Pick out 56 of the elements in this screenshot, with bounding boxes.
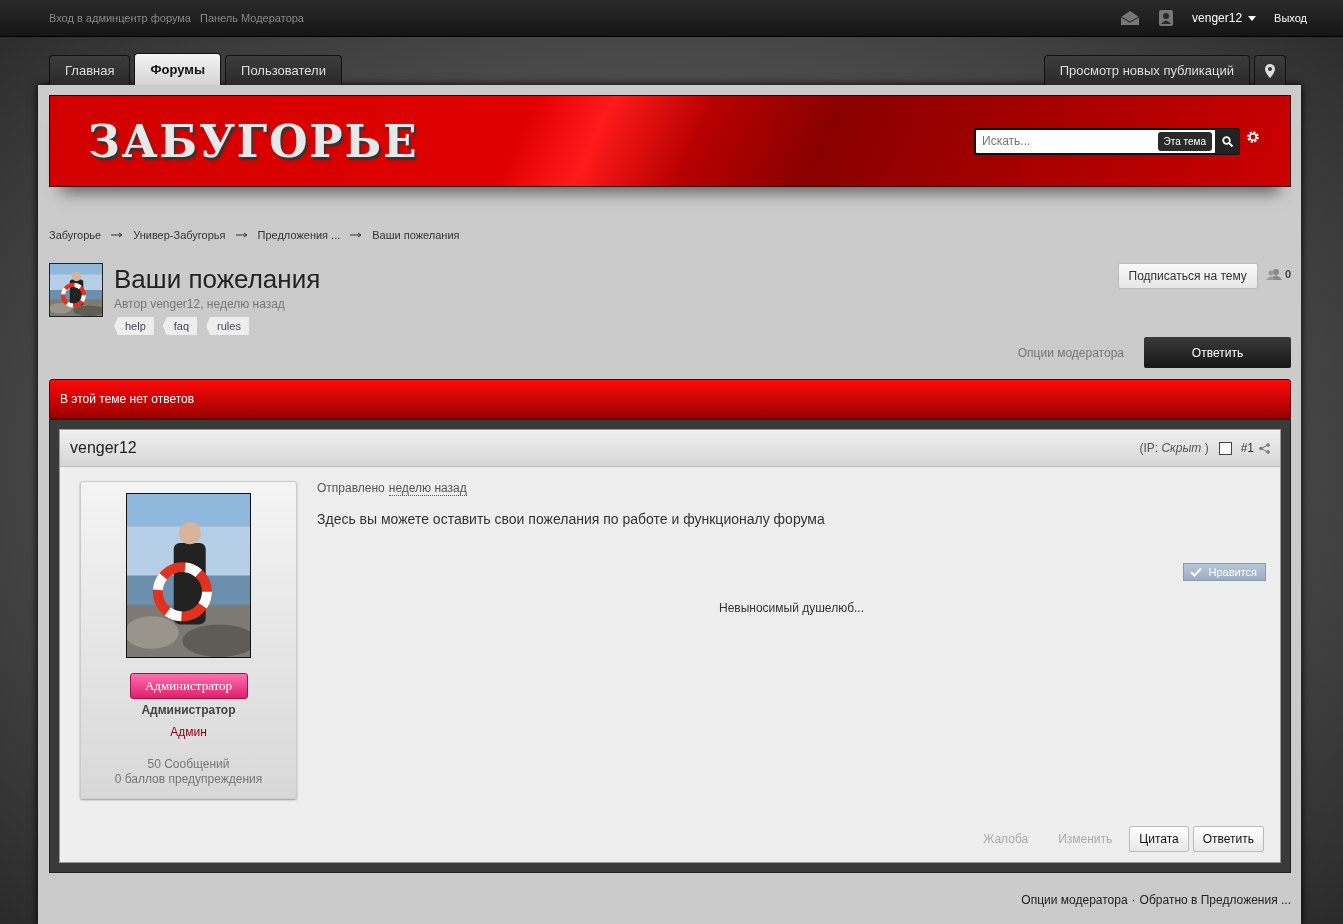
breadcrumb-link[interactable]: Универ-Забугорья [133, 229, 226, 241]
breadcrumb-link[interactable]: Ваши пожелания [372, 229, 460, 241]
group-badge: Администратор [129, 673, 248, 699]
post-text: Здесь вы можете оставить свои пожелания по работе и функционалу форума [317, 511, 826, 527]
posted-label: Отправлено [317, 481, 385, 496]
top-link[interactable]: Вход в админцентр форума [49, 12, 191, 24]
contact-card-icon[interactable] [1158, 9, 1175, 27]
warning-points: 0 баллов предупреждения [114, 772, 263, 787]
check-icon [1190, 567, 1203, 577]
follow-button[interactable]: Подписаться на тему [1117, 263, 1258, 289]
member-title: Админ [170, 725, 207, 739]
post-action-button[interactable]: Цитата [1129, 826, 1189, 852]
new-posts-button[interactable]: Просмотр новых публикаций [1043, 55, 1250, 85]
post-author[interactable]: venger12 [70, 439, 1140, 457]
tag[interactable]: help [114, 317, 154, 335]
search-field[interactable]: Искать... Эта тема [974, 127, 1240, 155]
topic-byline: Автор venger12, неделю назад [114, 297, 286, 311]
arrow-icon [111, 232, 124, 238]
nav-tab[interactable]: Пользователи [225, 55, 342, 85]
tag[interactable]: rules [206, 317, 249, 335]
settings-icon[interactable] [1246, 130, 1260, 144]
breadcrumb-link[interactable]: Предложения ... [257, 229, 341, 241]
breadcrumb-link[interactable]: Забугорье [49, 229, 102, 241]
search-button[interactable] [1215, 128, 1240, 154]
footer-link[interactable]: Обратно в Предложения ... [1139, 893, 1291, 907]
nav-tab[interactable]: Форумы [134, 53, 222, 85]
search-icon [1222, 135, 1233, 147]
signature: Невыносимый душелюб... [717, 601, 865, 615]
arrow-icon [235, 232, 248, 238]
reply-button[interactable]: Ответить [1144, 337, 1291, 368]
envelope-icon[interactable] [1120, 10, 1141, 26]
map-pin-icon [1265, 63, 1275, 78]
group-name: Администратор [141, 703, 236, 717]
topic-title: Ваши пожелания [114, 264, 322, 295]
post-number[interactable]: #1 [1240, 441, 1254, 455]
nav-tab[interactable]: Главная [49, 55, 131, 85]
top-link[interactable]: Панель Модератора [199, 12, 304, 24]
footer-link[interactable]: Опции модератора [1021, 893, 1128, 907]
thread-bar: В этой теме нет ответов [49, 379, 1291, 419]
post-count: 50 Сообщений [146, 757, 231, 772]
logout-link[interactable]: Выход [1274, 12, 1307, 24]
people-icon [1265, 268, 1282, 280]
followers-count[interactable]: 0 [1265, 268, 1291, 280]
site-logo[interactable]: ЗАБУГОРЬЕ [88, 115, 974, 167]
post-time: неделю назад [388, 481, 467, 496]
map-pin-button[interactable] [1254, 55, 1286, 85]
arrow-icon [350, 232, 363, 238]
share-icon[interactable] [1259, 442, 1270, 454]
ip-address: (IP: Скрыт ) [1139, 441, 1209, 455]
user-menu[interactable]: venger12 [1192, 11, 1257, 25]
tag[interactable]: faq [162, 317, 198, 335]
select-checkbox[interactable] [1218, 441, 1232, 455]
search-scope-button[interactable]: Эта тема [1157, 131, 1212, 151]
post-action-button[interactable]: Ответить [1192, 826, 1264, 852]
caret-icon [1248, 15, 1257, 21]
separator-dot: · [1131, 893, 1136, 907]
